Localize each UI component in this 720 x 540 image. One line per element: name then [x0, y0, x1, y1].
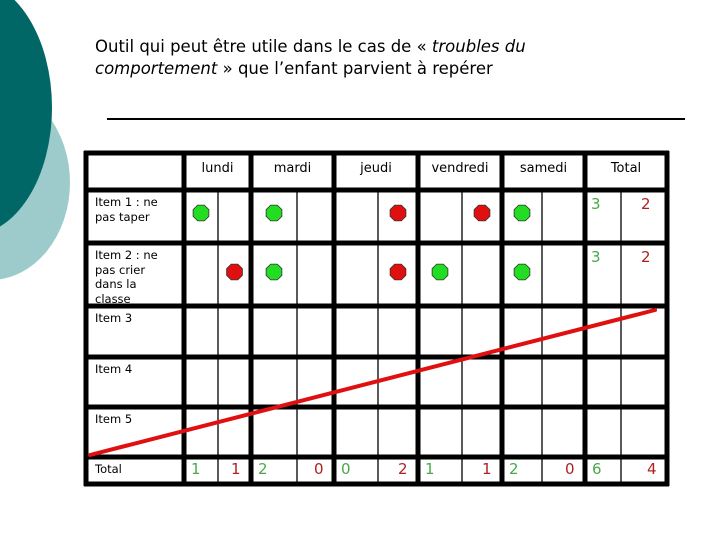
row-label-item-4: Item 4	[95, 362, 133, 376]
row-total-green: 3	[591, 248, 601, 266]
green-token	[513, 204, 531, 222]
red-token	[226, 263, 243, 281]
total-green-value: 2	[509, 460, 519, 478]
row-label-item-5: Item 5	[95, 412, 133, 426]
green-token	[513, 263, 531, 281]
total-red-value: 0	[314, 460, 324, 478]
row-label-item-3: Item 3	[95, 311, 133, 325]
column-header-samedi: samedi	[519, 161, 568, 176]
red-token	[389, 204, 407, 222]
total-red-value: 1	[482, 460, 492, 478]
green-token	[192, 204, 210, 222]
row-total-red: 2	[641, 248, 651, 266]
row-label-item-1: Item 1 : ne pas taper	[95, 195, 158, 224]
total-green-value: 1	[425, 460, 435, 478]
green-token	[431, 263, 449, 281]
total-red-value: 0	[565, 460, 575, 478]
column-header-jeudi: jeudi	[360, 161, 392, 176]
column-header-mardi: mardi	[273, 161, 312, 176]
totals-row-label: Total	[95, 462, 122, 476]
total-green-value: 1	[191, 460, 201, 478]
total-red-value: 4	[647, 460, 657, 478]
total-red-value: 2	[398, 460, 408, 478]
total-green-value: 6	[592, 460, 602, 478]
row-total-red: 2	[641, 195, 651, 213]
column-header-lundi: lundi	[201, 161, 234, 176]
total-red-value: 1	[231, 460, 241, 478]
row-label-item-2: Item 2 : ne pas crier dans la classe	[95, 248, 158, 306]
red-token	[389, 263, 407, 281]
green-token	[265, 263, 283, 281]
column-header-total: Total	[610, 161, 642, 176]
total-green-value: 2	[258, 460, 268, 478]
green-token	[265, 204, 283, 222]
column-header-vendredi: vendredi	[431, 161, 489, 176]
red-token	[473, 204, 491, 222]
total-green-value: 0	[341, 460, 351, 478]
row-total-green: 3	[591, 195, 601, 213]
